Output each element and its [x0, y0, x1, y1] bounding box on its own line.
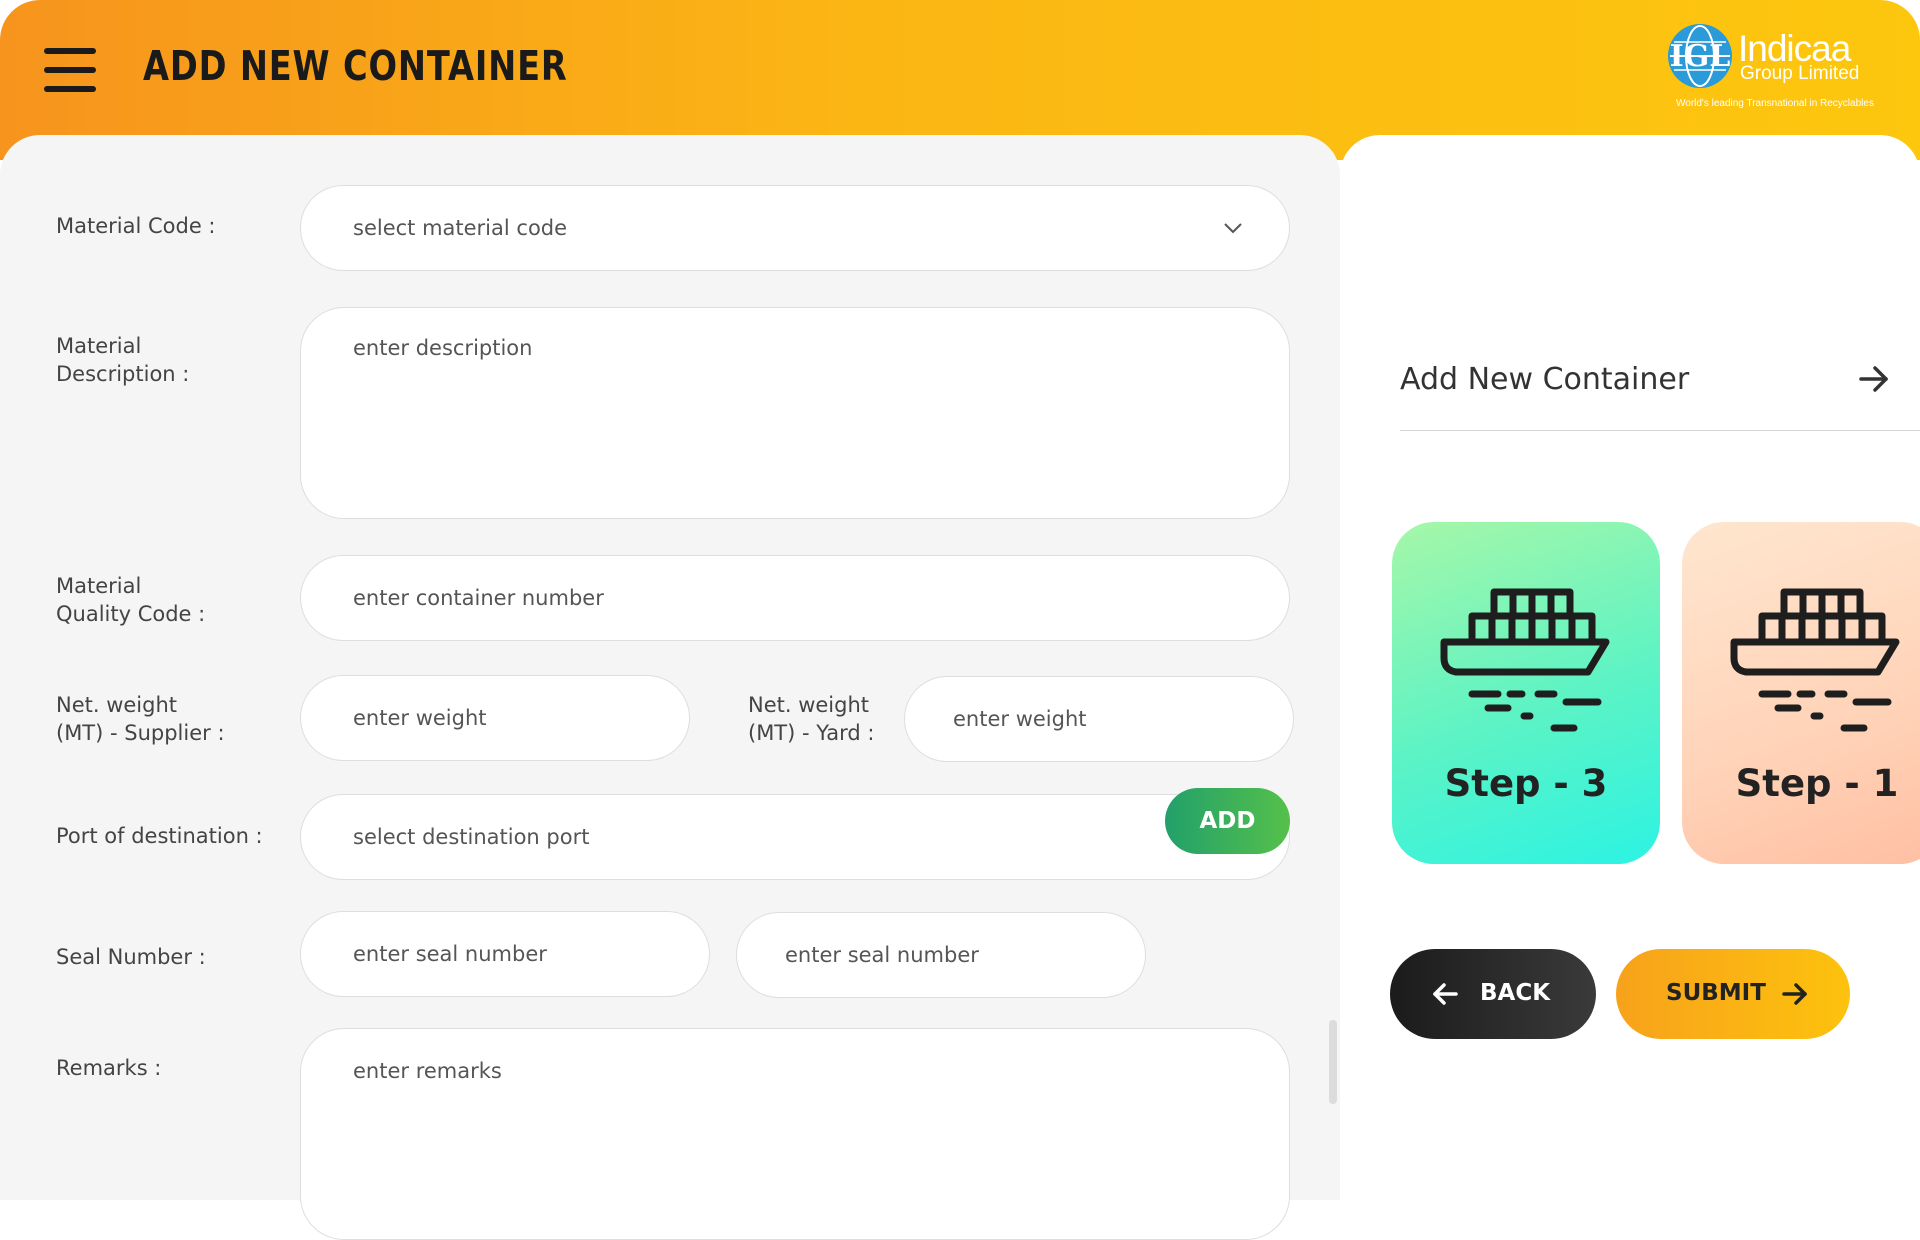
- quality-code-placeholder: enter container number: [353, 586, 604, 610]
- remarks-label: Remarks :: [56, 1056, 162, 1080]
- weight-supplier-input[interactable]: enter weight: [300, 675, 690, 761]
- seal-number-input-1[interactable]: enter seal number: [300, 911, 710, 997]
- arrow-right-icon: [1782, 983, 1807, 1005]
- material-description-textarea[interactable]: enter description: [300, 307, 1290, 519]
- weight-supplier-label: Net. weight (MT) - Supplier :: [56, 693, 225, 745]
- seal-number-placeholder-1: enter seal number: [353, 942, 547, 966]
- arrow-left-icon: [1433, 983, 1458, 1005]
- weight-supplier-placeholder: enter weight: [353, 706, 487, 730]
- back-button[interactable]: BACK: [1390, 949, 1596, 1039]
- port-select[interactable]: select destination port: [300, 794, 1290, 880]
- chevron-down-icon: [1224, 223, 1242, 234]
- seal-number-input-2[interactable]: enter seal number: [736, 912, 1146, 998]
- step-label: Step - 3: [1444, 762, 1608, 805]
- hamburger-menu-icon[interactable]: [44, 48, 96, 92]
- quality-code-input[interactable]: enter container number: [300, 555, 1290, 641]
- form-scrollbar[interactable]: [1329, 1020, 1337, 1104]
- company-logo: IGL Indicaa Group Limited World's leadin…: [1668, 24, 1878, 116]
- weight-yard-label: Net. weight (MT) - Yard :: [748, 693, 875, 745]
- logo-name: Indicaa: [1738, 28, 1851, 69]
- material-code-select[interactable]: select material code: [300, 185, 1290, 271]
- material-code-label: Material Code :: [56, 214, 216, 238]
- arrow-right-icon[interactable]: [1858, 364, 1890, 394]
- step-card-1[interactable]: Step - 1: [1682, 522, 1920, 864]
- page-title: ADD NEW CONTAINER: [143, 42, 568, 90]
- step-card-3[interactable]: Step - 3: [1392, 522, 1660, 864]
- logo-mark: IGL: [1670, 39, 1731, 74]
- submit-label: SUBMIT: [1666, 980, 1766, 1006]
- submit-button[interactable]: SUBMIT: [1616, 949, 1850, 1039]
- weight-yard-input[interactable]: enter weight: [904, 676, 1294, 762]
- cargo-ship-icon: [1440, 588, 1610, 732]
- material-code-placeholder: select material code: [353, 216, 568, 240]
- material-description-placeholder: enter description: [353, 336, 533, 360]
- logo-tagline: World's leading Transnational in Recycla…: [1676, 98, 1874, 109]
- logo-subtitle: Group Limited: [1740, 63, 1860, 84]
- quality-code-label: Material Quality Code :: [56, 574, 206, 626]
- material-description-label: Material Description :: [56, 334, 190, 386]
- port-placeholder: select destination port: [353, 825, 590, 849]
- seal-number-placeholder-2: enter seal number: [785, 943, 979, 967]
- remarks-placeholder: enter remarks: [353, 1059, 502, 1083]
- section-title: Add New Container: [1400, 362, 1690, 397]
- section-divider: [1400, 430, 1920, 431]
- seal-number-label: Seal Number :: [56, 945, 206, 969]
- logo-globe-icon: IGL: [1668, 24, 1732, 88]
- add-seal-button[interactable]: ADD: [1165, 788, 1290, 854]
- remarks-textarea[interactable]: enter remarks: [300, 1028, 1290, 1240]
- back-label: BACK: [1480, 980, 1551, 1006]
- weight-yard-placeholder: enter weight: [953, 707, 1087, 731]
- cargo-ship-icon: [1730, 588, 1900, 732]
- step-label: Step - 1: [1735, 762, 1899, 805]
- port-label: Port of destination :: [56, 824, 263, 848]
